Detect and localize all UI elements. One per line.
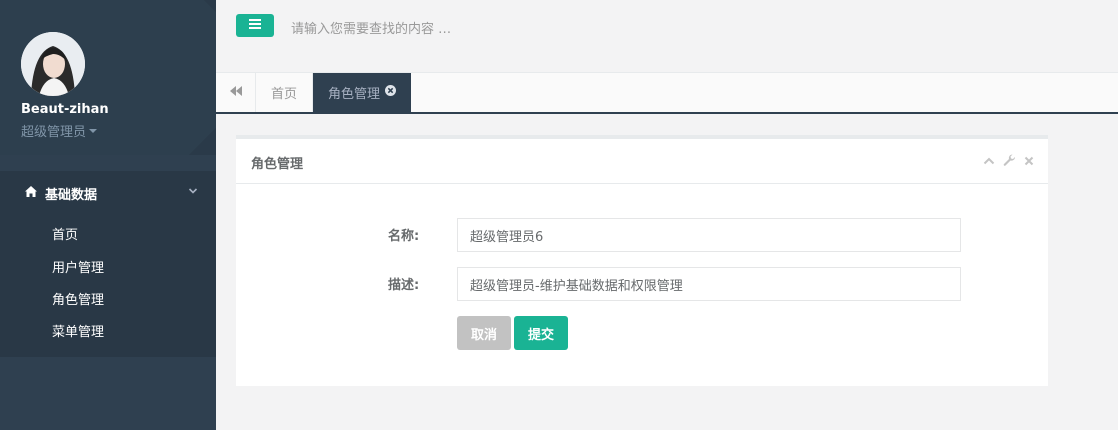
name-field[interactable] bbox=[457, 218, 961, 252]
role-panel: 角色管理 名称: 描述: 取消 提交 bbox=[236, 135, 1048, 386]
tab-home[interactable]: 首页 bbox=[256, 73, 314, 112]
sidebar-item-menus[interactable]: 菜单管理 bbox=[52, 321, 104, 340]
sidebar-item-roles[interactable]: 角色管理 bbox=[52, 289, 104, 308]
home-icon bbox=[25, 185, 37, 201]
tab-close-icon[interactable] bbox=[385, 85, 397, 100]
sidebar: Beaut-zihan 超级管理员 基础数据 首页 用户管理 角色管理 菜单管理 bbox=[0, 0, 216, 430]
tab-label: 首页 bbox=[271, 87, 298, 102]
panel-header: 角色管理 bbox=[236, 139, 1048, 184]
tabs-bar: 首页 角色管理 bbox=[216, 73, 1118, 114]
avatar[interactable] bbox=[21, 32, 85, 96]
profile-card: Beaut-zihan 超级管理员 bbox=[0, 0, 216, 155]
chevron-down-icon bbox=[188, 185, 198, 200]
panel-title: 角色管理 bbox=[251, 157, 304, 172]
profile-role-label: 超级管理员 bbox=[21, 125, 87, 140]
wrench-icon[interactable] bbox=[1003, 154, 1016, 167]
close-icon[interactable] bbox=[1024, 156, 1034, 166]
sidebar-group-basic-data[interactable]: 基础数据 bbox=[0, 171, 216, 215]
sidebar-group-label: 基础数据 bbox=[45, 187, 98, 203]
tab-label: 角色管理 bbox=[328, 87, 381, 102]
tab-role-management[interactable]: 角色管理 bbox=[313, 73, 412, 112]
name-label: 名称: bbox=[388, 229, 420, 244]
cancel-button[interactable]: 取消 bbox=[457, 316, 511, 350]
top-bar bbox=[216, 0, 1118, 73]
tabs-scroll-left-button[interactable] bbox=[216, 73, 256, 112]
search-input[interactable] bbox=[286, 14, 686, 44]
panel-tools bbox=[983, 154, 1034, 167]
menu-toggle-button[interactable] bbox=[236, 14, 274, 37]
collapse-chevron-up-icon[interactable] bbox=[983, 156, 995, 166]
sidebar-item-users[interactable]: 用户管理 bbox=[52, 257, 104, 276]
submit-button[interactable]: 提交 bbox=[514, 316, 568, 350]
sidebar-nav: 基础数据 首页 用户管理 角色管理 菜单管理 bbox=[0, 171, 216, 357]
profile-role-dropdown[interactable]: 超级管理员 bbox=[21, 121, 98, 140]
caret-down-icon bbox=[89, 128, 98, 133]
profile-username: Beaut-zihan bbox=[21, 102, 109, 117]
double-chevron-left-icon bbox=[229, 85, 242, 100]
description-label: 描述: bbox=[388, 278, 420, 293]
sidebar-item-home[interactable]: 首页 bbox=[52, 224, 78, 243]
hamburger-icon bbox=[249, 18, 261, 33]
description-field[interactable] bbox=[457, 267, 961, 301]
